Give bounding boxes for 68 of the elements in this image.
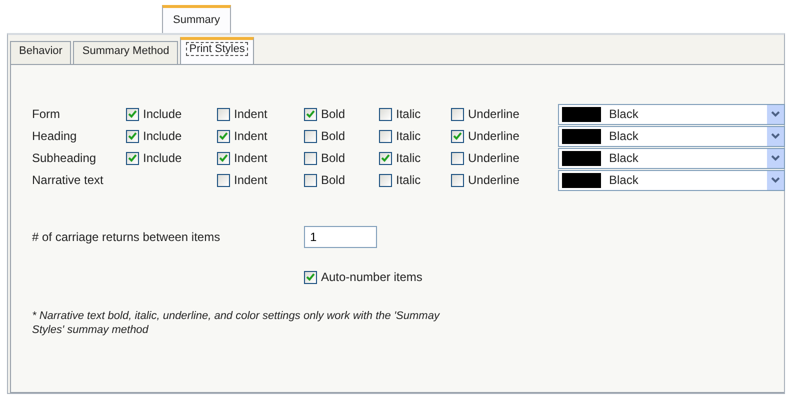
check-icon <box>306 273 315 281</box>
chevron-down-icon[interactable] <box>767 170 784 190</box>
checkbox-box[interactable] <box>451 174 464 186</box>
checkbox[interactable]: Italic <box>379 107 421 121</box>
checkbox[interactable]: Include <box>126 151 182 165</box>
checkbox[interactable]: Underline <box>451 107 520 121</box>
checkbox-box[interactable] <box>304 108 317 120</box>
checkbox-box[interactable] <box>126 108 139 120</box>
checkbox[interactable]: Italic <box>379 173 421 187</box>
tab[interactable]: Print Styles <box>180 37 254 64</box>
row-label: Narrative text <box>32 173 104 187</box>
checkbox-box[interactable] <box>304 270 317 284</box>
checkbox-box[interactable] <box>217 152 230 164</box>
checkbox[interactable]: Include <box>126 129 182 143</box>
footnote: * Narrative text bold, italic, underline, and color settings only work with the 'Summay Styles' summay method <box>32 309 441 337</box>
checkbox-box[interactable] <box>379 152 392 164</box>
checkbox-box[interactable] <box>451 130 464 142</box>
field-label: # of carriage returns between items <box>32 230 222 244</box>
row-label: Heading <box>32 129 77 143</box>
check-icon <box>306 110 315 118</box>
color-dropdown[interactable]: Black <box>558 104 785 124</box>
checkbox[interactable]: Indent <box>217 173 268 187</box>
checkbox-box[interactable] <box>451 152 464 164</box>
input-field[interactable]: 1 <box>304 226 377 248</box>
checkbox-box[interactable] <box>304 174 317 186</box>
check-icon <box>219 132 228 140</box>
tab[interactable]: Summary <box>162 5 232 33</box>
chevron-down-icon[interactable] <box>767 126 784 146</box>
check-icon <box>219 154 228 162</box>
checkbox-box[interactable] <box>379 108 392 120</box>
checkbox-box[interactable] <box>217 130 230 142</box>
tab[interactable]: Behavior <box>10 41 72 64</box>
color-dropdown[interactable]: Black <box>558 126 785 146</box>
checkbox[interactable]: Bold <box>304 107 346 121</box>
check-icon <box>128 132 137 140</box>
checkbox[interactable]: Include <box>126 107 182 121</box>
checkbox-box[interactable] <box>379 130 392 142</box>
color-dropdown[interactable]: Black <box>558 148 785 168</box>
checkbox[interactable]: Italic <box>379 129 421 143</box>
checkbox-box[interactable] <box>217 174 230 186</box>
checkbox[interactable]: Indent <box>217 151 268 165</box>
chevron-down-icon[interactable] <box>767 148 784 168</box>
tab[interactable]: Summary Method <box>73 41 178 64</box>
checkbox[interactable]: Indent <box>217 107 268 121</box>
checkbox[interactable]: Italic <box>379 151 421 165</box>
checkbox-box[interactable] <box>451 108 464 120</box>
checkbox[interactable]: Indent <box>217 129 268 143</box>
check-icon <box>128 110 137 118</box>
checkbox-box[interactable] <box>126 130 139 142</box>
checkbox[interactable]: Underline <box>451 129 520 143</box>
row-label: Subheading <box>32 151 96 165</box>
checkbox[interactable]: Bold <box>304 173 346 187</box>
check-icon <box>128 154 137 162</box>
checkbox-box[interactable] <box>217 108 230 120</box>
checkbox[interactable]: Underline <box>451 173 520 187</box>
checkbox[interactable]: Bold <box>304 129 346 143</box>
checkbox[interactable]: Bold <box>304 151 346 165</box>
checkbox-box[interactable] <box>379 174 392 186</box>
checkbox[interactable]: Auto-number items <box>304 270 784 284</box>
check-icon <box>453 132 462 140</box>
chevron-down-icon[interactable] <box>767 104 784 124</box>
check-icon <box>381 154 390 162</box>
checkbox-box[interactable] <box>304 130 317 142</box>
row-label: Form <box>32 107 60 121</box>
checkbox[interactable]: Underline <box>451 151 520 165</box>
checkbox-box[interactable] <box>126 152 139 164</box>
checkbox-box[interactable] <box>304 152 317 164</box>
color-dropdown[interactable]: Black <box>558 170 785 190</box>
